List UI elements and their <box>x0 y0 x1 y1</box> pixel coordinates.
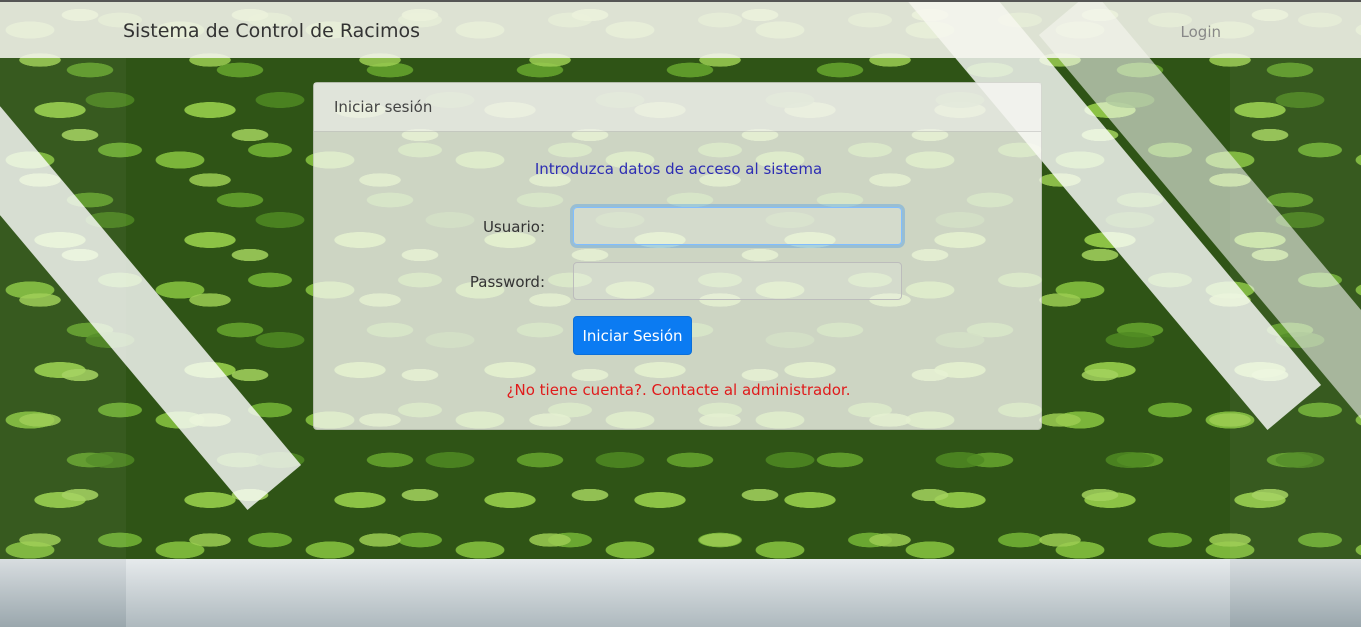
password-input[interactable] <box>573 262 902 300</box>
background-bottom-strip <box>0 559 1361 627</box>
navbar: Sistema de Control de Racimos Login <box>0 0 1361 58</box>
username-label: Usuario: <box>482 218 545 236</box>
username-input[interactable] <box>573 207 902 245</box>
no-account-message: ¿No tiene cuenta?. Contacte al administr… <box>506 381 851 399</box>
login-link[interactable]: Login <box>1181 23 1221 41</box>
password-row: Password: <box>314 262 1043 302</box>
password-label: Password: <box>469 273 545 291</box>
navbar-brand[interactable]: Sistema de Control de Racimos <box>123 20 420 42</box>
background-bottom-strip-inner <box>126 559 1230 627</box>
login-card: Iniciar sesión Introduzca datos de acces… <box>313 82 1042 430</box>
login-submit-button[interactable]: Iniciar Sesión <box>573 316 692 355</box>
page-root: Sistema de Control de Racimos Login Inic… <box>0 0 1361 627</box>
username-row: Usuario: <box>314 207 1043 247</box>
login-card-header: Iniciar sesión <box>314 83 1041 132</box>
login-intro-text: Introduzca datos de acceso al sistema <box>534 160 823 178</box>
